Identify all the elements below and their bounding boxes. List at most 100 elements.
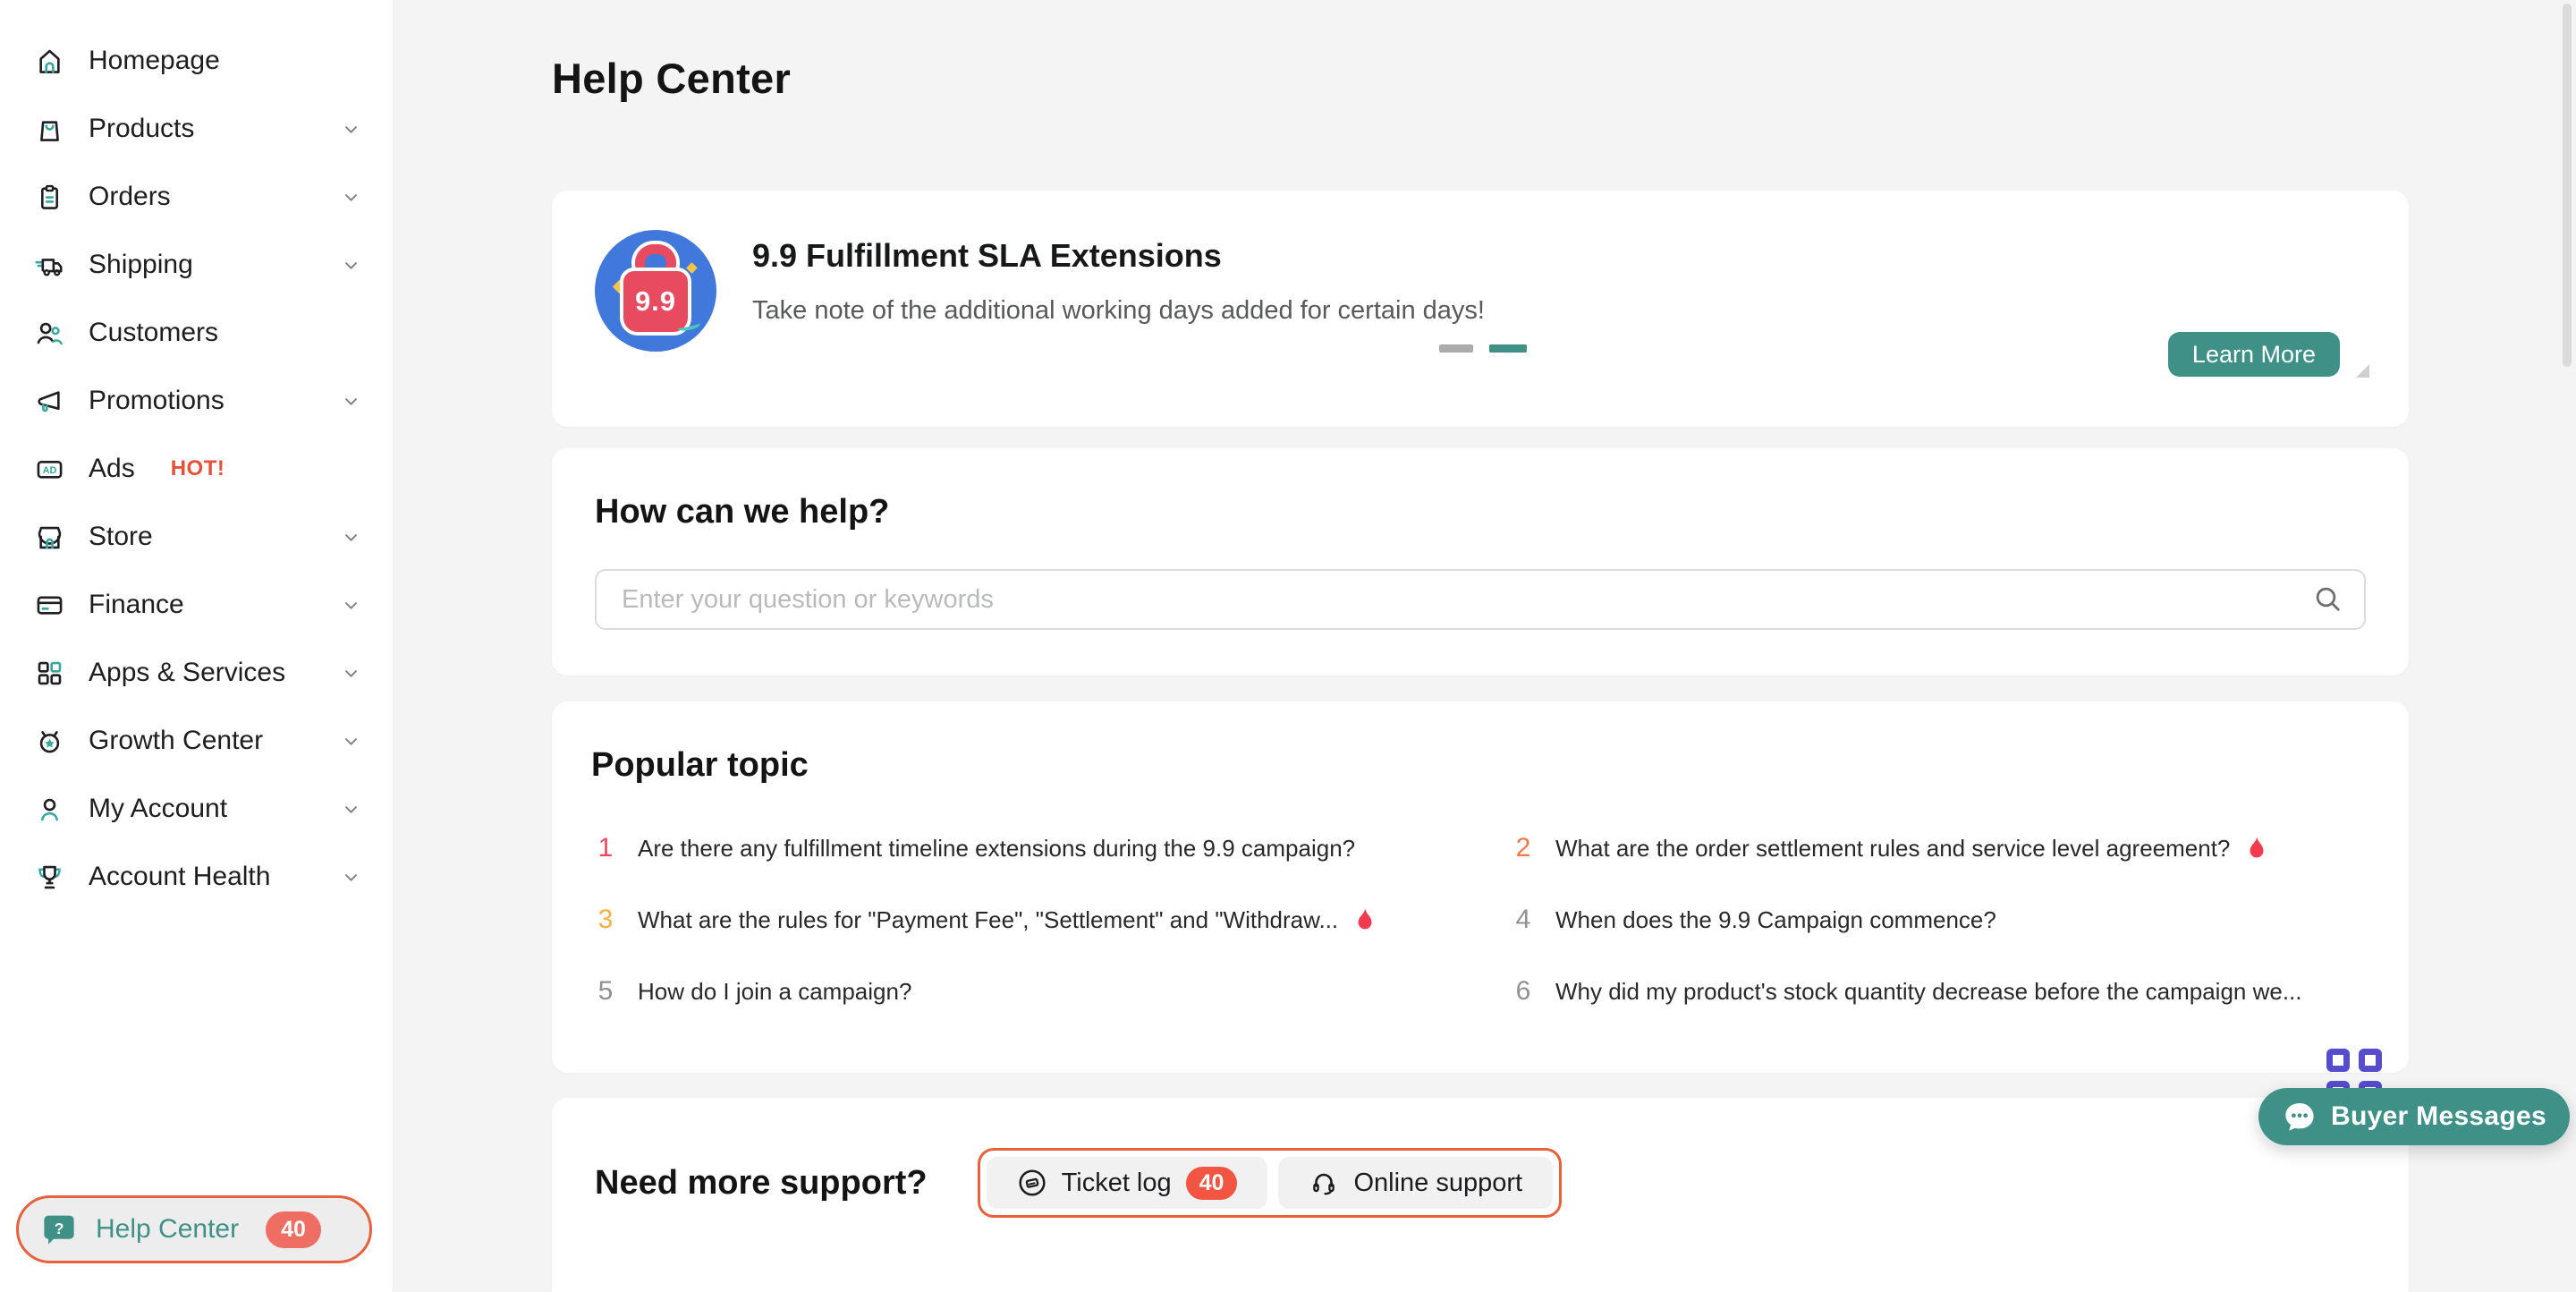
ticket-log-label: Ticket log: [1062, 1169, 1172, 1198]
help-chat-icon: ?: [42, 1212, 76, 1246]
home-icon: [34, 46, 65, 77]
banner-99-icon: 9.9: [595, 230, 716, 352]
sidebar-item-label: Store: [89, 522, 153, 552]
search-input[interactable]: [595, 569, 2366, 630]
topic-rank: 3: [591, 905, 620, 935]
sidebar-item-customers[interactable]: Customers: [0, 299, 393, 367]
banner-title: 9.9 Fulfillment SLA Extensions: [752, 237, 1485, 275]
headset-icon: [1309, 1168, 1339, 1198]
sidebar-item-label: Apps & Services: [89, 658, 285, 688]
chevron-down-icon: [340, 118, 362, 140]
sidebar-item-label: Promotions: [89, 386, 225, 416]
sidebar-item-shipping[interactable]: Shipping: [0, 231, 393, 299]
banner-subtitle: Take note of the additional working days…: [752, 296, 1485, 326]
topic-rank: 6: [1509, 976, 1538, 1007]
popular-topic-list: 1 Are there any fulfillment timeline ext…: [591, 833, 2369, 1007]
finance-icon: [34, 590, 65, 621]
carousel-indicators[interactable]: [1439, 344, 1527, 353]
learn-more-button[interactable]: Learn More: [2168, 332, 2340, 377]
topic-rank: 5: [591, 976, 620, 1007]
topic-rank: 2: [1509, 833, 1538, 863]
carousel-dot-active[interactable]: [1489, 344, 1527, 353]
chevron-down-icon: [340, 798, 362, 820]
online-support-button[interactable]: Online support: [1278, 1157, 1553, 1209]
support-card: Need more support? Ticket log 40: [552, 1098, 2409, 1292]
ticket-icon: [1017, 1168, 1047, 1198]
topic-text: Why did my product's stock quantity decr…: [1555, 978, 2302, 1006]
topic-item-5[interactable]: 5 How do I join a campaign?: [591, 976, 1452, 1007]
chevron-down-icon: [340, 526, 362, 548]
support-button-group: Ticket log 40 Online support: [978, 1148, 1562, 1218]
sidebar-item-my-account[interactable]: My Account: [0, 775, 393, 843]
chevron-down-icon: [340, 866, 362, 888]
sidebar-item-products[interactable]: Products: [0, 95, 393, 163]
main-content: Help Center 9.9 9.9 Fulfillment SLA Exte…: [394, 0, 2576, 1292]
buyer-messages-button[interactable]: Buyer Messages: [2258, 1088, 2570, 1145]
ticket-log-button[interactable]: Ticket log 40: [987, 1157, 1268, 1209]
topic-item-4[interactable]: 4 When does the 9.9 Campaign commence?: [1509, 905, 2369, 935]
sidebar-item-finance[interactable]: Finance: [0, 571, 393, 639]
support-heading: Need more support?: [595, 1164, 928, 1203]
online-support-label: Online support: [1353, 1169, 1522, 1198]
topic-text: What are the order settlement rules and …: [1555, 835, 2230, 863]
chat-bubble-icon: [2282, 1099, 2318, 1135]
sidebar-item-label: Account Health: [89, 862, 270, 892]
sidebar-item-label: Homepage: [89, 46, 220, 76]
topic-rank: 4: [1509, 905, 1538, 935]
topic-item-3[interactable]: 3 What are the rules for "Payment Fee", …: [591, 905, 1452, 935]
chevron-down-icon: [340, 730, 362, 752]
sidebar-item-label: My Account: [89, 794, 227, 824]
chevron-down-icon: [340, 594, 362, 616]
sidebar-item-label: Orders: [89, 182, 171, 212]
page-title: Help Center: [552, 54, 791, 103]
topic-item-1[interactable]: 1 Are there any fulfillment timeline ext…: [591, 833, 1452, 863]
customers-icon: [34, 318, 65, 349]
topic-text: Are there any fulfillment timeline exten…: [638, 835, 1355, 863]
search-icon[interactable]: [2310, 582, 2346, 617]
sidebar-item-label: Growth Center: [89, 726, 263, 756]
sidebar-item-label: Ads: [89, 454, 135, 484]
sidebar-item-store[interactable]: Store: [0, 503, 393, 571]
sidebar-item-orders[interactable]: Orders: [0, 163, 393, 231]
shipping-icon: [34, 250, 65, 281]
hot-badge: HOT!: [171, 456, 225, 481]
buyer-messages-label: Buyer Messages: [2331, 1101, 2546, 1132]
popular-topic-heading: Popular topic: [591, 746, 2369, 785]
svg-text:AD: AD: [43, 464, 57, 475]
help-center-count-badge: 40: [266, 1211, 321, 1248]
topic-text: When does the 9.9 Campaign commence?: [1555, 906, 1996, 934]
banner-corner-decoration: [2356, 364, 2369, 378]
products-icon: [34, 114, 65, 145]
account-health-icon: [34, 862, 65, 893]
sidebar-item-account-health[interactable]: Account Health: [0, 843, 393, 911]
search-card: How can we help?: [552, 448, 2409, 676]
hot-flame-icon: [2242, 834, 2271, 863]
sidebar-nav: Homepage Products Orders: [0, 0, 393, 911]
chevron-down-icon: [340, 390, 362, 412]
sidebar: Homepage Products Orders: [0, 0, 394, 1292]
topic-text: How do I join a campaign?: [638, 978, 911, 1006]
carousel-dot[interactable]: [1439, 344, 1473, 353]
promotions-icon: [34, 386, 65, 417]
banner-card: 9.9 9.9 Fulfillment SLA Extensions Take …: [552, 191, 2409, 427]
scrollbar-thumb[interactable]: [2563, 4, 2572, 367]
sidebar-item-apps-services[interactable]: Apps & Services: [0, 639, 393, 707]
svg-text:?: ?: [55, 1220, 64, 1237]
search-heading: How can we help?: [595, 493, 2366, 531]
sidebar-item-label: Finance: [89, 590, 184, 620]
topic-item-2[interactable]: 2 What are the order settlement rules an…: [1509, 833, 2369, 863]
sidebar-item-ads[interactable]: AD Ads HOT!: [0, 435, 393, 503]
popular-topic-card: Popular topic 1 Are there any fulfillmen…: [552, 701, 2409, 1073]
topic-rank: 1: [591, 833, 620, 863]
sidebar-item-promotions[interactable]: Promotions: [0, 367, 393, 435]
sidebar-item-growth-center[interactable]: Growth Center: [0, 707, 393, 775]
sidebar-item-label: Products: [89, 114, 194, 144]
sidebar-item-homepage[interactable]: Homepage: [0, 27, 393, 95]
ticket-count-badge: 40: [1186, 1167, 1238, 1200]
growth-icon: [34, 726, 65, 757]
account-icon: [34, 794, 65, 825]
store-icon: [34, 522, 65, 553]
help-center-button[interactable]: ? Help Center 40: [16, 1195, 372, 1263]
topic-item-6[interactable]: 6 Why did my product's stock quantity de…: [1509, 976, 2369, 1007]
hot-flame-icon: [1351, 905, 1379, 934]
